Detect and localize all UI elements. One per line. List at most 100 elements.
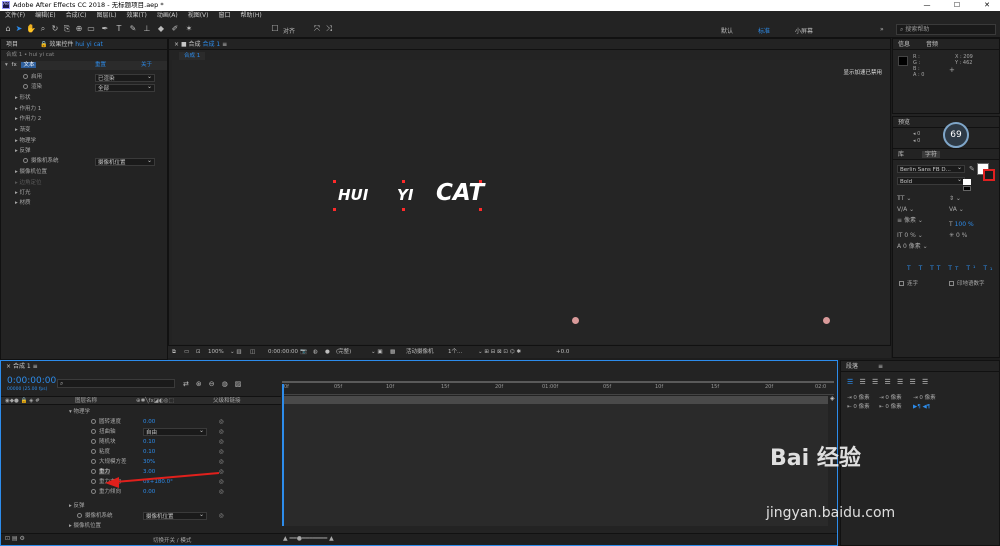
effect-name[interactable]: 文本 bbox=[21, 62, 37, 68]
tab-audio[interactable]: 音频 bbox=[926, 41, 938, 48]
timeline-group-physics[interactable]: ▾ 物理学 bbox=[1, 407, 281, 417]
menu-composition[interactable]: 合成(C) bbox=[61, 11, 92, 21]
expand-arrow-icon[interactable]: ▾ bbox=[5, 62, 8, 68]
camera-position-marker[interactable] bbox=[572, 317, 579, 324]
group-camera-position[interactable]: ▸ 摄像机位置 bbox=[15, 168, 47, 177]
layer-duration-bar[interactable] bbox=[282, 396, 828, 404]
timeline-prop-row[interactable]: 扭曲轴自由◎ bbox=[1, 427, 281, 437]
zoom-slider[interactable]: ▲ ━━●━━━━━━━ ▲ bbox=[283, 535, 334, 542]
monitor-icon[interactable]: ▭ bbox=[184, 348, 189, 357]
character-scale-controls[interactable]: ⇕ ⌄ VA ⌄ T 100 % ✳ 0 % bbox=[949, 193, 974, 241]
group-physics[interactable]: ▸ 物理学 bbox=[15, 137, 36, 146]
group-shape[interactable]: ▸ 形状 bbox=[15, 94, 31, 103]
timeline-timecode[interactable]: 0:00:00:00 bbox=[7, 376, 56, 386]
viewer-timecode[interactable]: 0:00:00:00 bbox=[268, 348, 298, 357]
views-dropdown[interactable]: 1个... bbox=[448, 348, 462, 357]
exposure-value[interactable]: +0.0 bbox=[556, 348, 569, 357]
clone-stamp-tool-icon[interactable]: ⊥ bbox=[142, 24, 152, 34]
switch-icons[interactable]: ⊕✱╲fx◪◐◎⬚ bbox=[136, 397, 174, 405]
menu-help[interactable]: 帮助(H) bbox=[236, 11, 267, 21]
comp-marker-icon[interactable]: ◈ bbox=[830, 395, 835, 402]
menu-icon[interactable]: ≡ bbox=[222, 41, 227, 48]
camera-tool-icon[interactable]: ⎘ bbox=[62, 24, 72, 34]
av-switch-icons[interactable]: ◉◆● 🔒 ◈ # bbox=[5, 397, 40, 405]
text-word-hui[interactable]: HUI bbox=[338, 186, 368, 204]
help-search-input[interactable]: ⌕ 搜索帮助 bbox=[896, 24, 996, 35]
group-gradient[interactable]: ▸ 渐变 bbox=[15, 126, 31, 135]
always-preview-icon[interactable]: ⧉ bbox=[172, 348, 176, 357]
menu-icon[interactable]: ≡ bbox=[33, 363, 38, 370]
footer-toggle-icons[interactable]: ⊡ ▤ ⚙ bbox=[5, 535, 25, 542]
enable-dropdown[interactable]: 已渲染 bbox=[95, 73, 155, 82]
camera-system-dropdown[interactable]: 摄像机位置 bbox=[95, 157, 155, 166]
text-bound-handle[interactable] bbox=[402, 208, 405, 211]
snap-option-icon-2[interactable]: ⤨ bbox=[324, 24, 334, 34]
stopwatch-icon[interactable] bbox=[23, 84, 28, 89]
reset-button[interactable]: 重置 bbox=[95, 61, 106, 70]
channel-color-icon[interactable]: ● bbox=[325, 348, 330, 357]
font-family-dropdown[interactable]: Berlin Sans FB D... bbox=[897, 164, 965, 173]
brush-tool-icon[interactable]: ✎ bbox=[128, 24, 138, 34]
camera-dropdown[interactable]: 活动摄像机 bbox=[406, 348, 434, 357]
timeline-prop-row[interactable]: 大规模方差 30% ◎ bbox=[1, 457, 281, 467]
close-tab-icon[interactable]: × bbox=[174, 41, 181, 48]
menu-file[interactable]: 文件(F) bbox=[0, 11, 30, 21]
eraser-tool-icon[interactable]: ◆ bbox=[156, 24, 166, 34]
group-bounce[interactable]: ▸ 反弹 bbox=[15, 147, 31, 156]
ligature-checkbox[interactable]: 连字 bbox=[899, 279, 918, 287]
timeline-prop-row[interactable]: 粘度 0.10 ◎ bbox=[1, 447, 281, 457]
eyedropper-icon[interactable]: ✎ bbox=[969, 165, 975, 173]
render-dropdown[interactable]: 全部 bbox=[95, 83, 155, 92]
workspace-default[interactable]: 默认 bbox=[721, 26, 733, 35]
space-controls[interactable]: ⇥ 0 像素 ⇤ 0 像素 bbox=[879, 394, 902, 412]
zoom-tool-icon[interactable]: ⌕ bbox=[38, 24, 48, 34]
group-material[interactable]: ▸ 材质 bbox=[15, 199, 31, 208]
hand-tool-icon[interactable]: ✋ bbox=[26, 24, 36, 34]
zoom-dropdown[interactable]: 100% bbox=[208, 348, 224, 357]
timeline-graph-area[interactable] bbox=[282, 404, 828, 526]
col-parent[interactable]: 父级和链接 bbox=[213, 397, 241, 405]
transparency-icon[interactable]: ▩ bbox=[390, 348, 395, 357]
about-button[interactable]: 关于 bbox=[141, 61, 152, 70]
twist-axis-dropdown[interactable]: 自由 bbox=[143, 427, 207, 436]
menu-icon[interactable]: ≡ bbox=[878, 363, 883, 370]
tab-character[interactable]: 字符 bbox=[922, 151, 941, 158]
text-bound-handle[interactable] bbox=[333, 180, 336, 183]
camera-position-marker[interactable] bbox=[823, 317, 830, 324]
timeline-group-camera-position[interactable]: ▸ 摄像机位置 bbox=[1, 521, 281, 531]
puppet-tool-icon[interactable]: ✶ bbox=[184, 24, 194, 34]
region-icon[interactable]: ⌄ ▣ bbox=[371, 348, 383, 357]
white-swatch[interactable] bbox=[963, 179, 971, 185]
type-tool-icon[interactable]: T bbox=[114, 24, 124, 34]
camera-system-dropdown[interactable]: 摄像机位置 bbox=[143, 511, 207, 520]
hindi-digits-checkbox[interactable]: 印地语数字 bbox=[949, 279, 985, 287]
tab-project[interactable]: 项目 bbox=[6, 41, 18, 48]
tab-library[interactable]: 库 bbox=[898, 151, 904, 158]
home-icon[interactable]: ⌂ bbox=[3, 24, 13, 34]
menu-view[interactable]: 视图(V) bbox=[183, 11, 214, 21]
text-bound-handle[interactable] bbox=[479, 208, 482, 211]
group-force-1[interactable]: ▸ 作用力 1 bbox=[15, 105, 41, 114]
menu-effect[interactable]: 效果(T) bbox=[122, 11, 152, 21]
snapshot-icon[interactable]: 📷 bbox=[300, 348, 307, 357]
stroke-color-swatch[interactable] bbox=[983, 169, 995, 181]
rectangle-tool-icon[interactable]: ▭ bbox=[86, 24, 96, 34]
pan-behind-tool-icon[interactable]: ⊕ bbox=[74, 24, 84, 34]
composition-canvas[interactable]: 显示加速已禁用 HUI YI CAT bbox=[172, 60, 890, 344]
font-style-dropdown[interactable]: Bold bbox=[897, 176, 965, 185]
close-tab-icon[interactable]: × bbox=[6, 363, 13, 370]
menu-layer[interactable]: 图层(L) bbox=[92, 11, 122, 21]
workspace-menu-icon[interactable]: » bbox=[880, 26, 884, 33]
rotate-tool-icon[interactable]: ↻ bbox=[50, 24, 60, 34]
timeline-prop-row[interactable]: 随机块 0.10 ◎ bbox=[1, 437, 281, 447]
channel-icon[interactable]: ◫ bbox=[250, 348, 255, 357]
text-bound-handle[interactable] bbox=[402, 180, 405, 183]
tab-effect-controls[interactable]: 效果控件 bbox=[49, 41, 73, 48]
tab-timeline-comp[interactable]: 合成 1 bbox=[13, 363, 31, 370]
stopwatch-icon[interactable] bbox=[23, 74, 28, 79]
text-bound-handle[interactable] bbox=[333, 208, 336, 211]
tab-composition[interactable]: 合成 bbox=[189, 41, 201, 48]
menu-window[interactable]: 窗口 bbox=[213, 11, 235, 21]
tab-info[interactable]: 信息 bbox=[898, 41, 910, 48]
selection-tool-icon[interactable]: ➤ bbox=[14, 24, 24, 34]
